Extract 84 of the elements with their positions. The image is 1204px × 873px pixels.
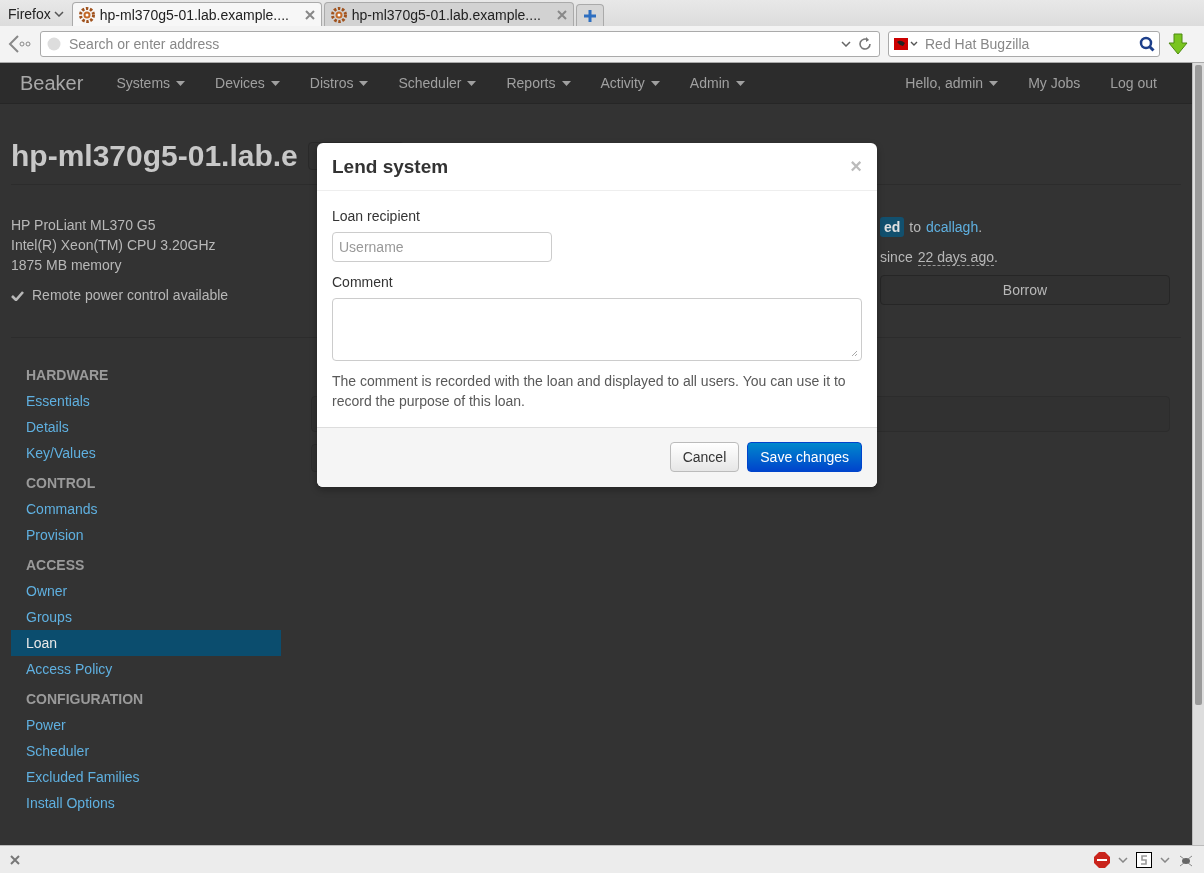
address-field[interactable]: Search or enter address (67, 35, 835, 53)
borrow-button[interactable]: Borrow (880, 275, 1170, 305)
nav-menu-item[interactable]: Reports (491, 75, 586, 91)
sidebar-item[interactable]: Scheduler (11, 738, 281, 764)
punctuation: . (994, 249, 998, 265)
search-bar[interactable]: Red Hat Bugzilla (888, 31, 1160, 57)
plus-icon (582, 8, 597, 23)
sidebar-item[interactable]: Install Options (11, 790, 281, 816)
section-heading: CONFIGURATION (25, 690, 145, 709)
help-text: The comment is recorded with the loan and displayed to all users. You can use it to record the purpose of this loan. (332, 372, 847, 411)
sidebar-item[interactable]: Power (11, 712, 281, 738)
chevron-icon (53, 11, 64, 17)
checkmark-icon (11, 289, 24, 301)
nav-menu-item[interactable]: Devices (200, 75, 295, 91)
system-title: hp-ml370g5-01.lab.e (11, 139, 298, 173)
search-field[interactable]: Red Hat Bugzilla (923, 35, 1135, 53)
punctuation: . (978, 219, 983, 235)
sidebar-item[interactable]: Access Policy (11, 656, 281, 682)
sidebar-item[interactable]: Loan (11, 630, 281, 656)
chevron-icon (1118, 856, 1128, 863)
firefox-menu-button[interactable]: Firefox (2, 2, 70, 26)
brand-link[interactable]: Beaker (20, 71, 84, 95)
download-arrow-icon (1168, 33, 1188, 55)
system-detail: Intel(R) Xeon(TM) CPU 3.20GHz (11, 236, 216, 255)
search-engine-icon (893, 36, 919, 52)
caret-icon (650, 80, 660, 86)
status-text: since (880, 249, 913, 265)
comment-field[interactable] (332, 298, 862, 361)
section-heading: HARDWARE (25, 366, 110, 385)
chevron-icon (1160, 856, 1170, 863)
resize-grip-icon (851, 350, 858, 357)
field-label: Comment (332, 273, 394, 292)
modal-title: Lend system (332, 155, 449, 178)
caret-icon (989, 80, 999, 86)
browser-tab[interactable]: hp-ml370g5-01.lab.example.... (323, 2, 574, 26)
section-heading: CONTROL (25, 474, 97, 493)
sidebar-item[interactable]: Groups (11, 604, 281, 630)
address-bar[interactable]: Search or enter address (40, 31, 880, 57)
stop-sign-icon (1094, 851, 1110, 868)
search-icon (1139, 36, 1155, 52)
back-icon (6, 33, 32, 55)
nav-menu-item[interactable]: Systems (101, 75, 201, 91)
caret-icon (270, 80, 280, 86)
status-text: to (909, 219, 922, 235)
globe-icon (47, 37, 61, 51)
close-icon (304, 9, 315, 20)
sidebar-item[interactable]: Essentials (11, 388, 281, 414)
dropdown-icon (841, 41, 851, 47)
new-tab-button[interactable] (575, 4, 604, 26)
caret-icon (176, 80, 186, 86)
close-icon (556, 9, 567, 20)
save-button[interactable]: Save changes (747, 442, 862, 472)
caret-icon (735, 80, 745, 86)
field-label: Loan recipient (332, 207, 421, 226)
nav-menu-item[interactable]: Distros (294, 75, 384, 91)
sidebar-item[interactable]: Key/Values (11, 440, 281, 466)
sidebar-item[interactable]: Details (11, 414, 281, 440)
nav-menu-item[interactable]: Admin (674, 75, 760, 91)
gear-icon (78, 6, 95, 23)
sidebar-item[interactable]: Excluded Families (11, 764, 281, 790)
sidebar-item[interactable]: Commands (11, 496, 281, 522)
relative-time: 22 days ago (917, 248, 994, 266)
gear-icon (330, 6, 347, 23)
caret-icon (467, 80, 477, 86)
close-icon (10, 854, 20, 865)
system-detail: HP ProLiant ML370 G5 (11, 216, 156, 235)
power-status: Remote power control available (32, 286, 229, 305)
username-field[interactable]: Username (332, 232, 552, 262)
square-icon (1136, 851, 1152, 868)
caret-icon (561, 80, 571, 86)
caret-icon (359, 80, 369, 86)
sidebar-item[interactable]: Provision (11, 522, 281, 548)
nav-menu-item[interactable]: Scheduler (383, 75, 492, 91)
nav-menu-item[interactable]: Activity (585, 75, 675, 91)
nav-menu-item[interactable]: Hello, admin (890, 75, 1014, 91)
cancel-button[interactable]: Cancel (669, 442, 740, 472)
reload-icon (857, 36, 873, 52)
section-heading: ACCESS (25, 556, 86, 575)
nav-menu-item[interactable]: My Jobs (1013, 75, 1096, 91)
system-detail: 1875 MB memory (11, 256, 122, 275)
status-badge: ed (880, 217, 905, 237)
sidebar-item[interactable]: Owner (11, 578, 281, 604)
browser-tab[interactable]: hp-ml370g5-01.lab.example.... (71, 2, 322, 26)
nav-menu-item[interactable]: Log out (1095, 75, 1172, 91)
